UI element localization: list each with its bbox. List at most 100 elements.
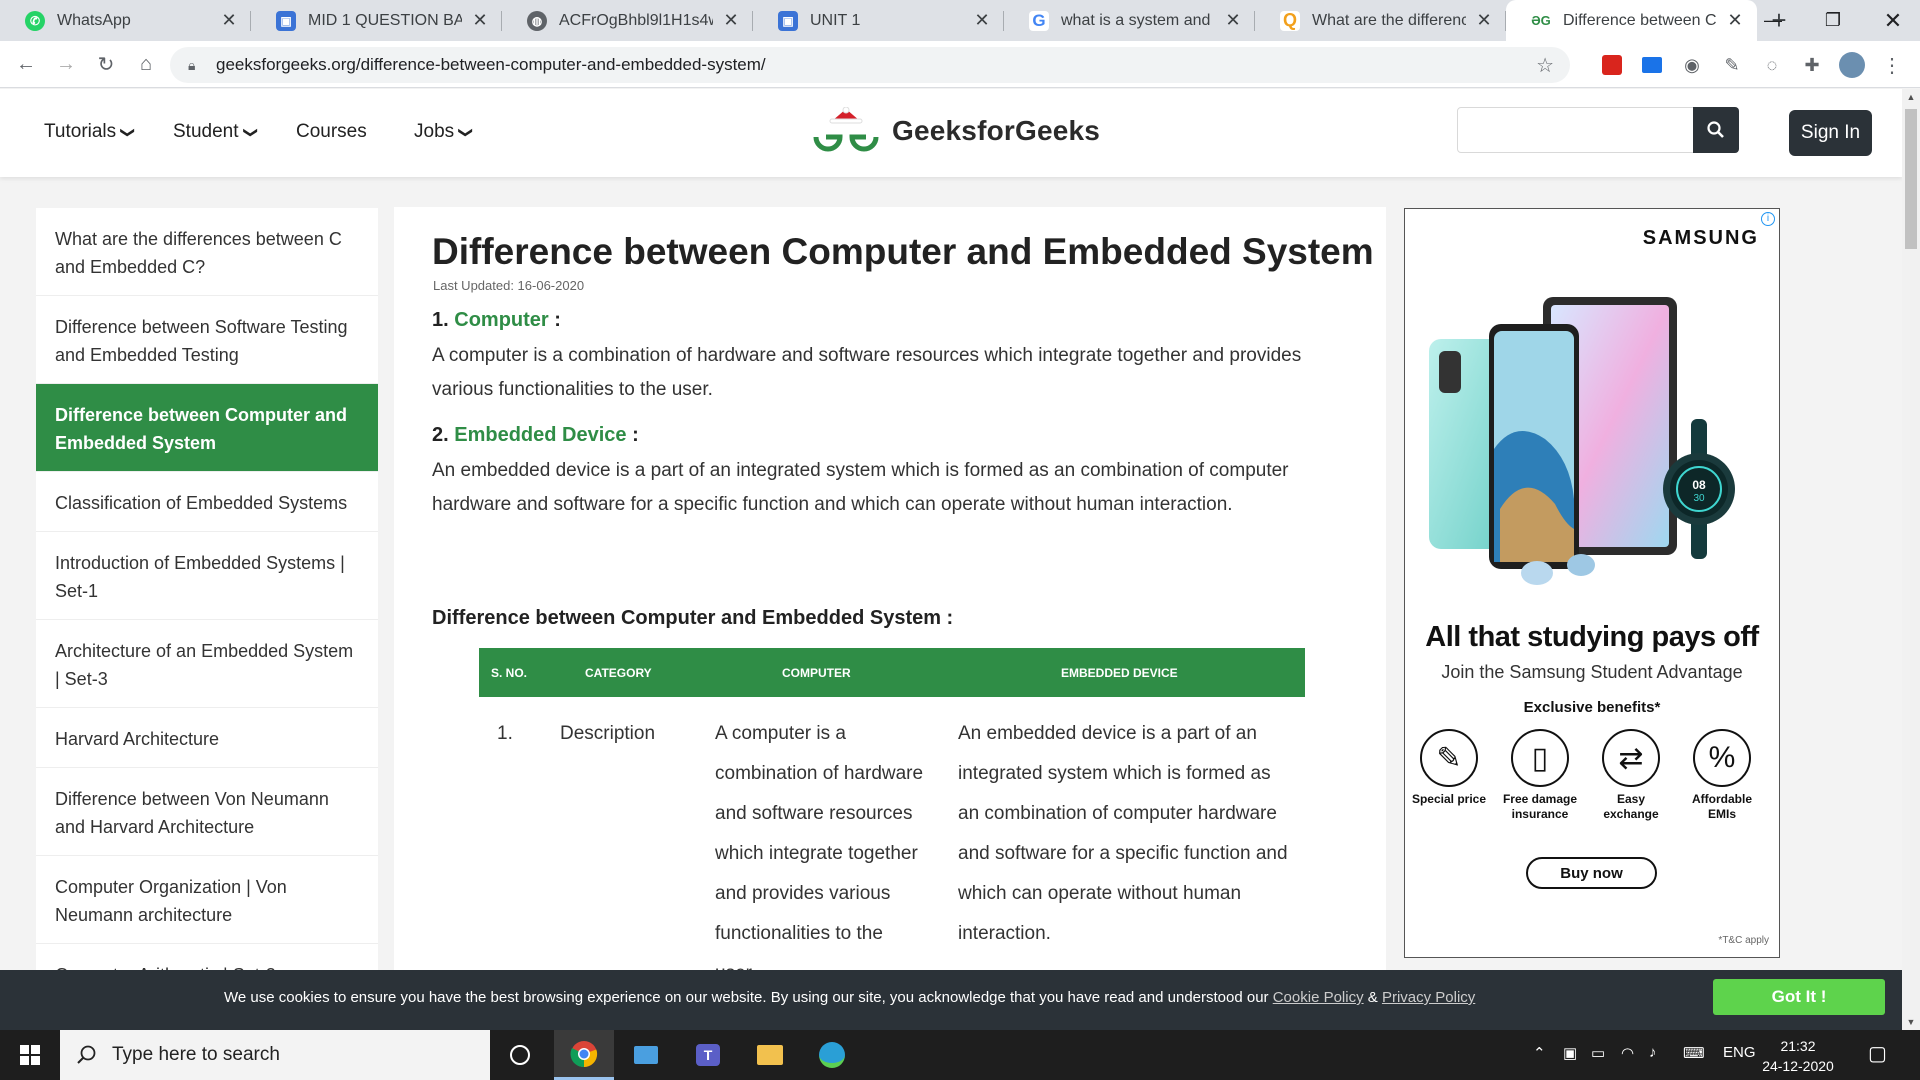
taskbar-file-explorer[interactable] xyxy=(740,1030,800,1080)
cookie-message: We use cookies to ensure you have the be… xyxy=(224,989,1273,1006)
search-button[interactable] xyxy=(1693,107,1739,153)
nav-courses[interactable]: Courses xyxy=(296,121,367,143)
cookie-accept-button[interactable]: Got It ! xyxy=(1713,979,1885,1015)
extension-circle-icon[interactable]: ◌ xyxy=(1757,50,1787,80)
close-icon[interactable]: ✕ xyxy=(219,10,239,31)
close-window-button[interactable]: ✕ xyxy=(1873,0,1913,41)
nav-tutorials[interactable]: Tutorials ❯ xyxy=(44,121,137,143)
notifications-icon[interactable]: ▢ xyxy=(1868,1041,1887,1066)
sidebar-item-software-vs-embedded-testing[interactable]: Difference between Software Testing and … xyxy=(36,296,378,384)
sign-in-button[interactable]: Sign In xyxy=(1789,110,1872,156)
browser-tab-gfg-active[interactable]: ƏG Difference between Co ✕ xyxy=(1506,0,1757,41)
tab-title: WhatsApp xyxy=(57,11,131,29)
ad-terms: *T&C apply xyxy=(1718,935,1769,946)
profile-avatar[interactable] xyxy=(1837,50,1867,80)
eyedropper-icon[interactable]: ✎ xyxy=(1717,50,1747,80)
close-icon[interactable]: ✕ xyxy=(721,10,741,31)
section-term[interactable]: Embedded Device xyxy=(454,424,626,446)
sidebar-item-classification[interactable]: Classification of Embedded Systems xyxy=(36,472,378,532)
wifi-icon[interactable]: ◠ xyxy=(1621,1044,1634,1062)
site-logo[interactable]: GeeksforGeeks xyxy=(810,107,1100,155)
close-icon[interactable]: ✕ xyxy=(470,10,490,31)
url-text: geeksforgeeks.org/difference-between-com… xyxy=(216,55,766,74)
section-term[interactable]: Computer xyxy=(454,309,548,331)
volume-icon[interactable]: ♪ xyxy=(1649,1044,1657,1061)
sidebar-item-von-neumann-vs-harvard[interactable]: Difference between Von Neumann and Harva… xyxy=(36,768,378,856)
sidebar-item-von-neumann[interactable]: Computer Organization | Von Neumann arch… xyxy=(36,856,378,944)
gfg-icon: ƏG xyxy=(1531,10,1551,31)
site-search-input[interactable] xyxy=(1457,107,1695,153)
sidebar-item-architecture-embedded[interactable]: Architecture of an Embedded System | Set… xyxy=(36,620,378,708)
benefit-free-damage-insurance: ▯ Free damage insurance xyxy=(1502,729,1578,822)
sidebar-item-c-vs-embedded-c[interactable]: What are the differences between C and E… xyxy=(36,208,378,296)
nav-label: Jobs xyxy=(414,121,455,142)
browser-tab-google[interactable]: G what is a system and em ✕ xyxy=(1004,0,1255,41)
buy-now-button[interactable]: Buy now xyxy=(1526,857,1657,889)
table-header-row: S. NO. CATEGORY COMPUTER EMBEDDED DEVICE xyxy=(479,648,1305,697)
close-icon[interactable]: ✕ xyxy=(1223,10,1243,31)
phone-shield-icon: ▯ xyxy=(1511,729,1569,787)
close-icon[interactable]: ✕ xyxy=(1725,10,1745,31)
chrome-menu-icon[interactable]: ⋮ xyxy=(1877,50,1907,80)
taskbar-chrome[interactable] xyxy=(554,1030,614,1080)
task-view-button[interactable] xyxy=(490,1030,550,1080)
tab-title: MID 1 QUESTION BANK xyxy=(308,11,462,29)
browser-tab-whatsapp[interactable]: ✆ WhatsApp ✕ xyxy=(0,0,251,41)
taskbar-computer[interactable] xyxy=(616,1030,676,1080)
nav-jobs[interactable]: Jobs ❯ xyxy=(414,121,475,143)
address-bar[interactable]: 🔒︎ geeksforgeeks.org/difference-between-… xyxy=(170,47,1570,83)
close-icon[interactable]: ✕ xyxy=(1474,10,1494,31)
sidebar-item-computer-vs-embedded-active[interactable]: Difference between Computer and Embedded… xyxy=(36,384,378,472)
benefit-affordable-emis: % Affordable EMIs xyxy=(1684,729,1760,822)
reload-button[interactable]: ↻ xyxy=(86,44,126,84)
taskbar-search-box[interactable]: Type here to search xyxy=(60,1030,490,1080)
sidebar-item-harvard[interactable]: Harvard Architecture xyxy=(36,708,378,768)
taskbar-teams[interactable]: T xyxy=(678,1030,738,1080)
tray-device-icon[interactable]: ▣ xyxy=(1563,1044,1577,1062)
cast-extension-icon[interactable] xyxy=(1637,50,1667,80)
nav-label: Student xyxy=(173,121,239,142)
scroll-up-arrow-icon[interactable]: ▲ xyxy=(1902,89,1920,105)
sidebar-item-computer-arithmetic[interactable]: Computer Arithmetic | Set-2 xyxy=(36,944,378,970)
page-scrollbar[interactable]: ▲ ▼ xyxy=(1902,89,1920,1030)
privacy-policy-link[interactable]: Privacy Policy xyxy=(1382,989,1475,1006)
cookie-banner: We use cookies to ensure you have the be… xyxy=(0,970,1902,1030)
maximize-button[interactable]: ❐ xyxy=(1813,0,1853,41)
tab-title: What are the differences xyxy=(1312,11,1466,29)
pdf-extension-icon[interactable] xyxy=(1597,50,1627,80)
forward-button[interactable]: → xyxy=(46,44,86,84)
browser-tab-mid1[interactable]: ▣ MID 1 QUESTION BANK ✕ xyxy=(251,0,502,41)
bookmark-star-icon[interactable]: ☆ xyxy=(1536,53,1554,78)
back-button[interactable]: ← xyxy=(6,44,46,84)
nav-student[interactable]: Student ❯ xyxy=(173,121,259,143)
benefit-label: Free damage insurance xyxy=(1502,792,1578,821)
minimize-button[interactable]: — xyxy=(1753,0,1793,41)
quora-icon: Q xyxy=(1280,10,1300,31)
browser-tab-quora[interactable]: Q What are the differences ✕ xyxy=(1255,0,1506,41)
cookie-policy-link[interactable]: Cookie Policy xyxy=(1273,989,1364,1006)
table-cell-sno: 1. xyxy=(497,723,513,744)
browser-tab-acfr[interactable]: ◍ ACFrOgBhbl9l1H1s4wC ✕ xyxy=(502,0,753,41)
ad-info-icon[interactable]: i xyxy=(1761,212,1775,226)
browser-tab-strip: ✆ WhatsApp ✕ ▣ MID 1 QUESTION BANK ✕ ◍ A… xyxy=(0,0,1920,41)
taskbar-edge[interactable] xyxy=(802,1030,862,1080)
home-button[interactable]: ⌂ xyxy=(126,44,166,84)
tab-title: Difference between Co xyxy=(1563,11,1717,29)
ad-benefits-title: Exclusive benefits* xyxy=(1523,699,1661,716)
start-button[interactable] xyxy=(0,1030,60,1080)
close-icon[interactable]: ✕ xyxy=(972,10,992,31)
battery-icon[interactable]: ▭ xyxy=(1591,1044,1605,1062)
browser-tab-unit1[interactable]: ▣ UNIT 1 ✕ xyxy=(753,0,1004,41)
keyboard-icon[interactable]: ⌨ xyxy=(1683,1044,1705,1062)
article-content: Difference between Computer and Embedded… xyxy=(394,207,1386,970)
sidebar-item-intro-embedded[interactable]: Introduction of Embedded Systems | Set-1 xyxy=(36,532,378,620)
edge-icon xyxy=(819,1042,845,1068)
camera-icon[interactable]: ◉ xyxy=(1677,50,1707,80)
taskbar-clock[interactable]: 21:32 24-12-2020 xyxy=(1758,1036,1838,1076)
samsung-advertisement[interactable]: i SAMSUNG 08 30 All that studying pays o… xyxy=(1404,208,1780,958)
puzzle-extensions-icon[interactable]: ✚ xyxy=(1797,50,1827,80)
scroll-down-arrow-icon[interactable]: ▼ xyxy=(1902,1014,1920,1030)
tray-chevron-up-icon[interactable]: ⌃ xyxy=(1533,1044,1546,1062)
language-indicator[interactable]: ENG xyxy=(1723,1044,1756,1061)
scroll-thumb[interactable] xyxy=(1905,109,1917,249)
